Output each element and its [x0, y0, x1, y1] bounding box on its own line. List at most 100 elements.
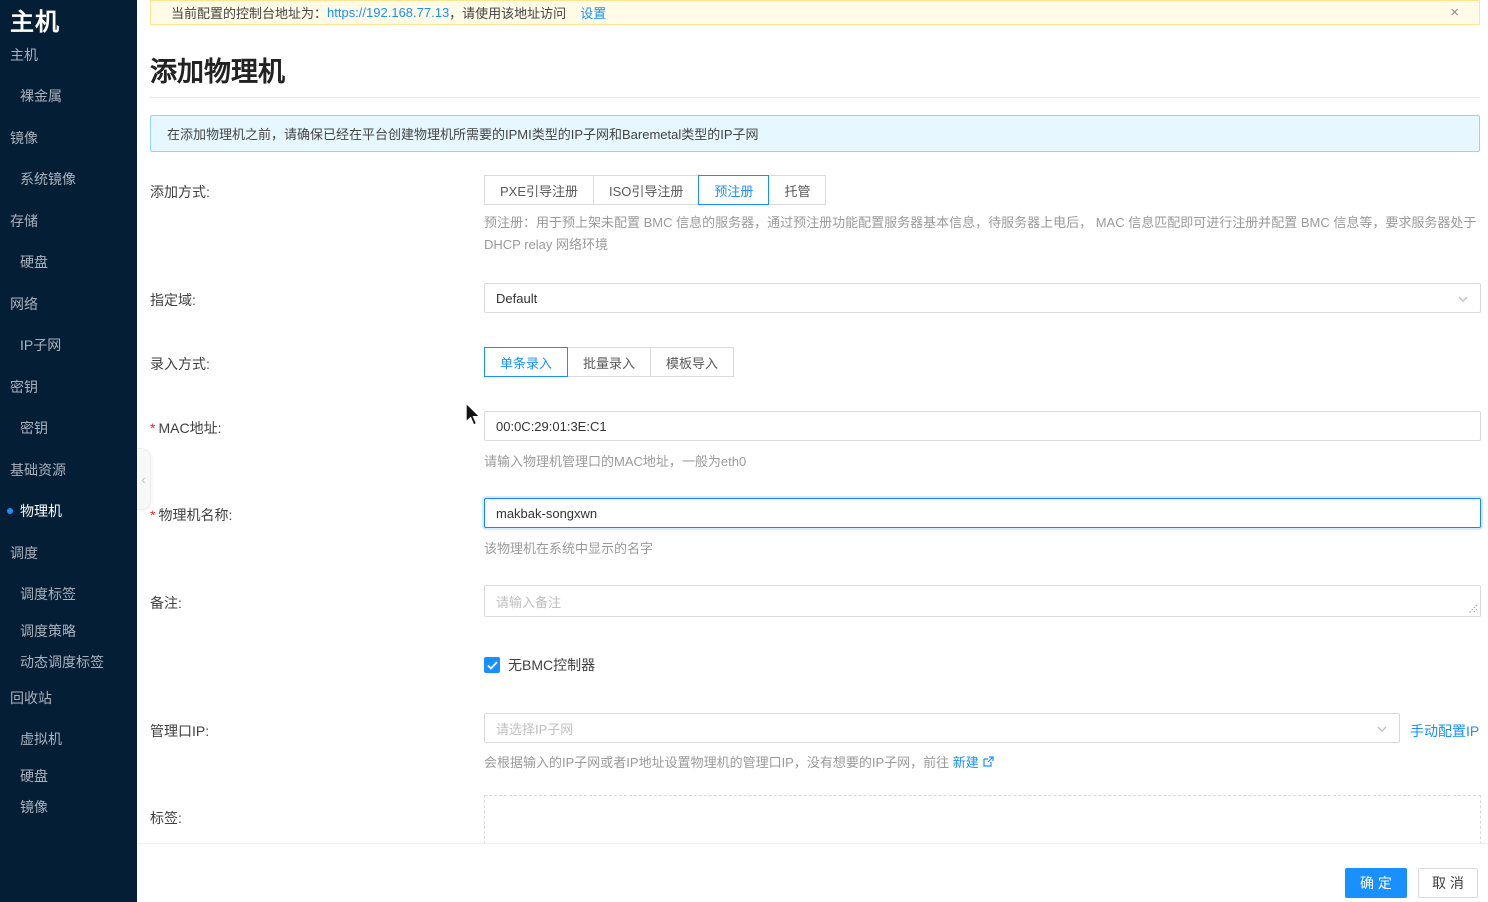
cancel-button[interactable]: 取 消 [1418, 868, 1478, 898]
sidebar-item-label: 镜像 [10, 129, 38, 146]
sidebar-item-image-group[interactable]: 镜像 [0, 117, 137, 159]
sidebar-item-recycle-image[interactable]: 镜像 [0, 791, 137, 822]
add-method-label: 添加方式: [150, 184, 210, 200]
console-address-link[interactable]: https://192.168.77.13 [327, 5, 449, 20]
mac-help: 请输入物理机管理口的MAC地址，一般为eth0 [484, 454, 747, 469]
tab-batch-entry[interactable]: 批量录入 [567, 347, 652, 377]
sidebar-item-disk[interactable]: 硬盘 [0, 242, 137, 284]
sidebar-item-scheduling-policy[interactable]: 调度策略 [0, 615, 137, 646]
required-asterisk: * [150, 420, 156, 436]
name-input[interactable] [484, 498, 1481, 528]
sidebar-item-scheduling-tag[interactable]: 调度标签 [0, 574, 137, 616]
chevron-left-icon: ‹ [141, 471, 146, 487]
external-link-icon [983, 756, 994, 767]
mouse-cursor [465, 402, 482, 426]
name-help: 该物理机在系统中显示的名字 [484, 541, 654, 556]
mac-label-text: MAC地址: [158, 420, 222, 436]
confirm-button[interactable]: 确 定 [1345, 868, 1407, 898]
tab-label: 批量录入 [583, 355, 636, 371]
sidebar-item-label: 动态调度标签 [20, 653, 104, 670]
sidebar-item-label: 硬盘 [20, 254, 48, 271]
sidebar-item-label: 调度 [10, 544, 38, 561]
sidebar-item-label: 调度标签 [20, 586, 76, 603]
sidebar-item-system-image[interactable]: 系统镜像 [0, 159, 137, 201]
add-method-tabs: PXE引导注册 ISO引导注册 预注册 托管 [484, 175, 827, 205]
tab-pxe-register[interactable]: PXE引导注册 [484, 175, 595, 205]
info-alert: 在添加物理机之前，请确保已经在平台创建物理机所需要的IPMI类型的IP子网和Ba… [150, 115, 1480, 152]
console-address-banner: 当前配置的控制台地址为： https://192.168.77.13 ，请使用该… [150, 0, 1480, 25]
sidebar-item-dynamic-scheduling-tag[interactable]: 动态调度标签 [0, 646, 137, 677]
banner-text-suffix: ，请使用该地址访问 [449, 6, 567, 21]
sidebar-item-recycle-disk[interactable]: 硬盘 [0, 760, 137, 791]
sidebar-item-label: 调度策略 [20, 622, 76, 639]
sidebar-item-label: 系统镜像 [20, 171, 76, 188]
sidebar-title: 主机 [10, 9, 60, 36]
sidebar-item-label: 虚拟机 [20, 731, 62, 748]
sidebar-item-label: 网络 [10, 295, 38, 312]
info-alert-text: 在添加物理机之前，请确保已经在平台创建物理机所需要的IPMI类型的IP子网和Ba… [167, 127, 759, 142]
entry-mode-label: 录入方式: [150, 356, 210, 372]
banner-text-prefix: 当前配置的控制台地址为： [171, 6, 328, 21]
tab-iso-register[interactable]: ISO引导注册 [593, 175, 700, 205]
no-bmc-label: 无BMC控制器 [508, 657, 596, 673]
sidebar-item-host-group[interactable]: 主机 [0, 34, 137, 76]
sidebar-item-key-group[interactable]: 密钥 [0, 366, 137, 408]
sidebar-item-physical-machine[interactable]: 物理机 [0, 491, 137, 533]
name-label-text: 物理机名称: [158, 507, 233, 523]
close-icon[interactable]: × [1450, 5, 1467, 20]
tab-template-import[interactable]: 模板导入 [650, 347, 735, 377]
tab-managed[interactable]: 托管 [768, 175, 827, 205]
mgmt-ip-help-text: 会根据输入的IP子网或者IP地址设置物理机的管理口IP，没有想要的IP子网，前往 [484, 755, 953, 770]
sidebar-item-vm[interactable]: 虚拟机 [0, 719, 137, 761]
sidebar-item-recycle-bin-group[interactable]: 回收站 [0, 677, 137, 719]
mgmt-ip-placeholder: 请选择IP子网 [496, 721, 574, 737]
sidebar-collapse-handle[interactable]: ‹ [137, 448, 151, 510]
tab-pre-register[interactable]: 预注册 [698, 175, 770, 205]
sidebar-item-base-resource-group[interactable]: 基础资源 [0, 449, 137, 491]
no-bmc-checkbox-row[interactable]: 无BMC控制器 [484, 655, 595, 675]
page-title: 添加物理机 [150, 57, 285, 87]
sidebar-item-storage-group[interactable]: 存储 [0, 200, 137, 242]
zone-select-value: Default [496, 290, 538, 306]
sidebar-item-ip-subnet[interactable]: IP子网 [0, 325, 137, 367]
tab-label: ISO引导注册 [609, 183, 684, 199]
sidebar-item-label: 回收站 [10, 689, 52, 706]
sidebar-item-key[interactable]: 密钥 [0, 408, 137, 450]
mac-input[interactable] [484, 411, 1481, 441]
sidebar: 主机 主机 裸金属 镜像 系统镜像 存储 硬盘 网络 IP子网 密钥 密钥 基础… [0, 0, 137, 902]
entry-mode-tabs: 单条录入 批量录入 模板导入 [484, 347, 735, 377]
sidebar-item-label: 基础资源 [10, 461, 66, 478]
checkbox-checked-icon[interactable] [484, 657, 500, 673]
sidebar-item-network-group[interactable]: 网络 [0, 283, 137, 325]
sidebar-item-label: 物理机 [20, 503, 62, 520]
sidebar-item-label: 存储 [10, 212, 38, 229]
mgmt-ip-help: 会根据输入的IP子网或者IP地址设置物理机的管理口IP，没有想要的IP子网，前往… [484, 752, 994, 774]
chevron-down-icon [1377, 726, 1387, 733]
footer-bar: 确 定 取 消 [137, 843, 1488, 902]
title-divider [150, 97, 1480, 98]
sidebar-item-label: 硬盘 [20, 767, 48, 784]
tab-single-entry[interactable]: 单条录入 [484, 347, 569, 377]
mgmt-ip-label: 管理口IP: [150, 723, 210, 739]
zone-label: 指定域: [150, 292, 196, 308]
remark-label: 备注: [150, 595, 182, 611]
required-asterisk: * [150, 507, 156, 523]
sidebar-item-baremetal[interactable]: 裸金属 [0, 76, 137, 118]
sidebar-item-label: 密钥 [10, 378, 38, 395]
tab-label: 模板导入 [666, 355, 719, 371]
remark-textarea[interactable] [484, 585, 1481, 617]
mac-label: * MAC地址: [150, 418, 221, 438]
mgmt-ip-select[interactable]: 请选择IP子网 [484, 713, 1400, 743]
settings-link[interactable]: 设置 [580, 3, 606, 22]
tab-label: 托管 [784, 183, 811, 199]
sidebar-item-label: 裸金属 [20, 88, 62, 105]
add-method-help: 预注册：用于预上架未配置 BMC 信息的服务器，通过预注册功能配置服务器基本信息… [484, 215, 1477, 252]
manual-ip-link[interactable]: 手动配置IP [1410, 721, 1479, 741]
sidebar-item-scheduling-group[interactable]: 调度 [0, 532, 137, 574]
remark-field [484, 585, 1481, 617]
create-subnet-link[interactable]: 新建 [953, 755, 979, 770]
active-dot [7, 508, 13, 515]
sidebar-item-label: 镜像 [20, 798, 48, 815]
zone-select[interactable]: Default [484, 283, 1481, 313]
name-label: * 物理机名称: [150, 505, 232, 525]
